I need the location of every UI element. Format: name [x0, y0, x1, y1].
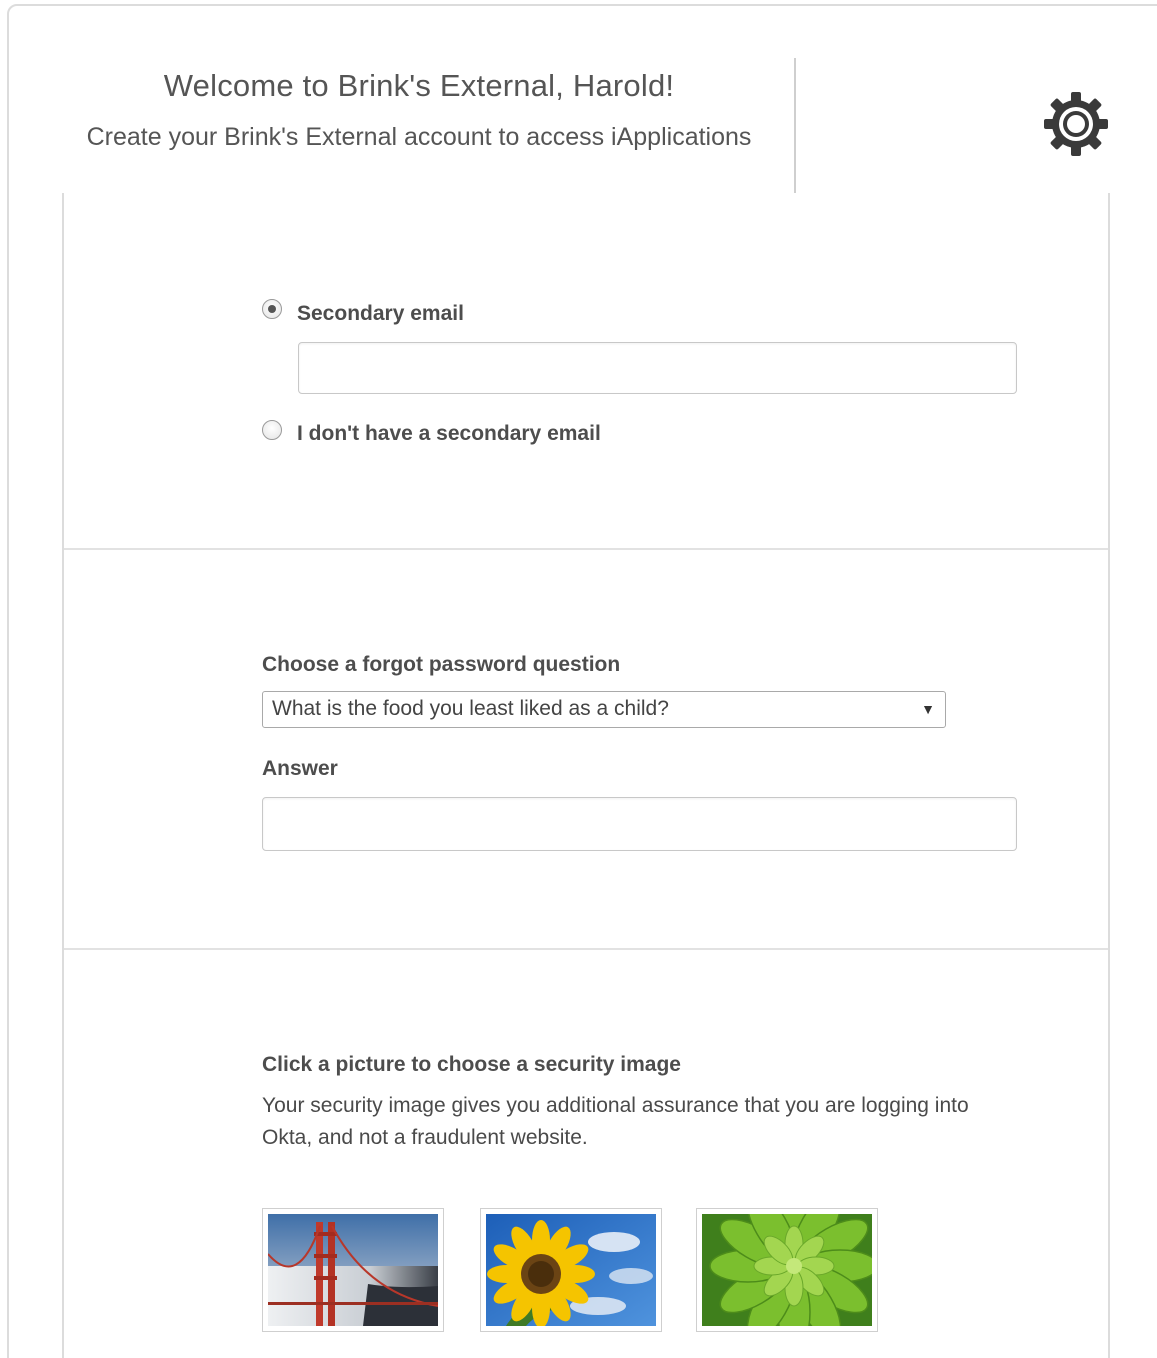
golden-gate-bridge-image[interactable]	[262, 1208, 444, 1332]
secondary-email-radio[interactable]	[262, 299, 282, 319]
page-subtitle: Create your Brink's External account to …	[86, 123, 752, 151]
succulent-plant-image[interactable]	[696, 1208, 878, 1332]
chevron-down-icon: ▼	[921, 701, 935, 717]
secondary-email-label: Secondary email	[297, 302, 464, 325]
security-image-title: Click a picture to choose a security ima…	[262, 1053, 681, 1076]
sunflower-image[interactable]	[480, 1208, 662, 1332]
page-title: Welcome to Brink's External, Harold!	[163, 68, 675, 103]
section-divider	[64, 948, 1108, 950]
gear-icon-graphic	[1044, 92, 1108, 156]
no-secondary-email-label: I don't have a secondary email	[297, 422, 601, 445]
signup-page: Welcome to Brink's External, Harold! Cre…	[0, 0, 1157, 1358]
succulent-picture	[702, 1214, 872, 1326]
secondary-email-input[interactable]	[298, 342, 1017, 394]
sunflower-picture	[486, 1214, 656, 1326]
section-divider	[64, 548, 1108, 550]
selected-question: What is the food you least liked as a ch…	[272, 697, 669, 720]
header-divider	[794, 58, 796, 194]
forgot-password-question-select[interactable]: What is the food you least liked as a ch…	[262, 691, 946, 728]
gear-icon[interactable]	[1042, 90, 1110, 158]
forgot-password-question-label: Choose a forgot password question	[262, 653, 621, 676]
answer-input[interactable]	[262, 797, 1017, 851]
answer-label: Answer	[262, 757, 338, 780]
no-secondary-email-radio[interactable]	[262, 420, 282, 440]
security-image-description: Your security image gives you additional…	[262, 1094, 969, 1149]
bridge-picture	[268, 1214, 438, 1326]
